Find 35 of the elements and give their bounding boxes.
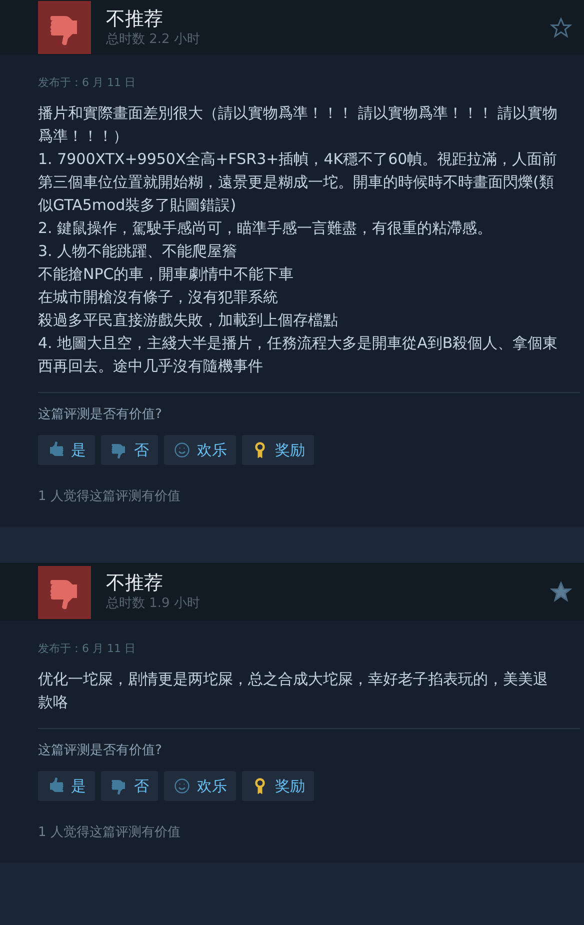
- star-icon[interactable]: [550, 16, 572, 38]
- award-button[interactable]: 奖励: [242, 771, 314, 801]
- playtime: 总时数 1.9 小时: [106, 595, 201, 613]
- award-button[interactable]: 奖励: [242, 435, 314, 465]
- helpful-count: 1 人觉得这篇评测有价值: [37, 824, 182, 842]
- star-icon[interactable]: [550, 581, 572, 603]
- review-text: 3. 人物不能跳躍、不能爬屋簷: [38, 241, 238, 262]
- no-button[interactable]: 否: [101, 771, 158, 801]
- review-text: 播片和實際畫面差別很大（請以實物爲準！！！ 請以實物爲準！！！ 請以實物爲準！！！）: [38, 103, 559, 147]
- review-text: 殺過多平民直接游戲失敗，加載到上個存檔點: [38, 310, 339, 331]
- thumbs-up-icon: [47, 777, 65, 795]
- helpful-count: 1 人觉得这篇评测有价值: [37, 488, 182, 506]
- review-verdict: 不推荐: [106, 571, 164, 595]
- helpful-question: 这篇评测是否有价值?: [37, 406, 163, 423]
- yes-button[interactable]: 是: [38, 435, 95, 465]
- posted-date: 发布于：6 月 11 日: [37, 641, 136, 656]
- thumbs-down-icon: [110, 441, 128, 459]
- yes-button[interactable]: 是: [38, 771, 95, 801]
- playtime: 总时数 2.2 小时: [106, 30, 201, 48]
- review-text: 在城市開槍沒有條子，沒有犯罪系統: [38, 287, 279, 308]
- smiley-icon: [173, 777, 191, 795]
- smiley-icon: [173, 441, 191, 459]
- thumbs-down-icon: [110, 777, 128, 795]
- review-text: 1. 7900XTX+9950X全高+FSR3+插幀，4K穩不了60幀。視距拉滿，人面前第三個車位位置就開始糊，遠景更是糊成一坨。開車的時候時不時畫面閃爍(類似GTA5mod裝多了貼圖錯誤): [38, 149, 558, 216]
- helpful-question: 这篇评测是否有价值?: [37, 742, 163, 759]
- review-text: 优化一坨屎，剧情更是两坨屎，总之合成大坨屎，幸好老子掐表玩的，美美退款咯: [38, 669, 549, 713]
- no-button[interactable]: 否: [101, 435, 158, 465]
- funny-button[interactable]: 欢乐: [164, 435, 236, 465]
- funny-button[interactable]: 欢乐: [164, 771, 236, 801]
- posted-date: 发布于：6 月 11 日: [37, 75, 136, 90]
- review-text: 不能搶NPC的車，開車劇情中不能下車: [38, 264, 295, 285]
- review-verdict: 不推荐: [106, 6, 164, 30]
- thumbs-up-icon: [47, 441, 65, 459]
- review-text: 2. 鍵鼠操作，駕駛手感尚可，瞄準手感一言難盡，有很重的粘滯感。: [38, 218, 494, 239]
- review-text: 4. 地圖大且空，主綫大半是播片，任務流程大多是開車從A到B殺個人、拿個東西再回去。途中几乎沒有隨機事件: [38, 333, 559, 377]
